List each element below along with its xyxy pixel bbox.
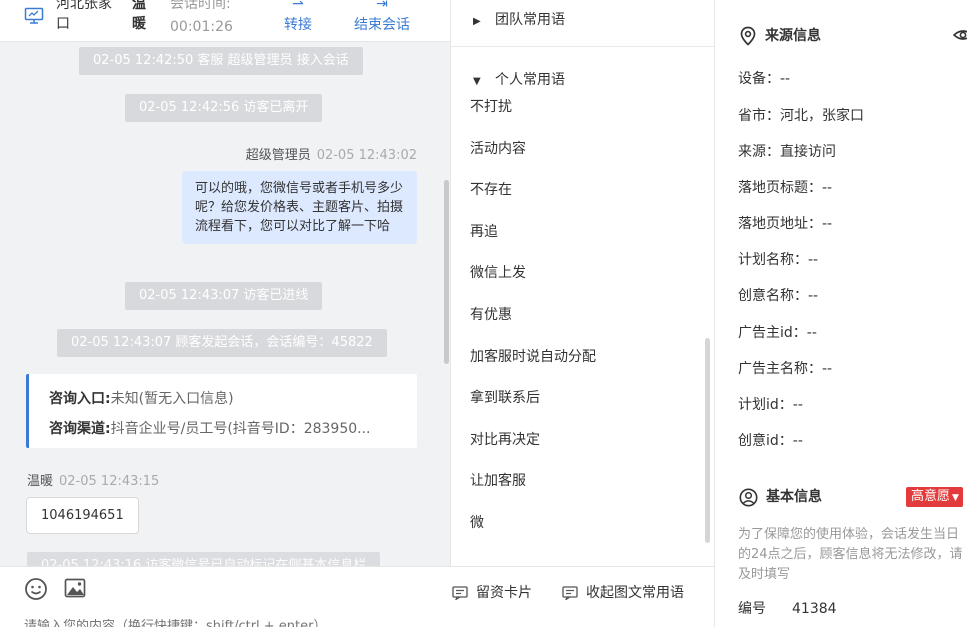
consult-channel-row: 咨询渠道:抖音企业号/员工号(抖音号ID：283950... <box>49 414 409 444</box>
source-field: 创意id：-- <box>738 433 803 449</box>
source-info-title: 来源信息 <box>739 25 821 46</box>
source-field: 计划名称：-- <box>738 252 819 268</box>
emoji-icon[interactable] <box>24 577 48 601</box>
image-icon[interactable] <box>64 577 86 599</box>
agent-message-meta: 超级管理员 02-05 12:43:02 <box>246 144 417 163</box>
visitor-location: 河北张家口 <box>56 0 112 32</box>
source-field: 落地页标题：-- <box>738 180 833 196</box>
message-icon <box>562 586 578 600</box>
personal-phrases-label: 个人常用语 <box>495 72 565 88</box>
caret-right-icon: ▶ <box>473 16 481 27</box>
phrase-item[interactable]: 微信上发 <box>470 262 526 282</box>
edit-notice: 为了保障您的使用体验，会话发生当日的24点之后，顾客信息将无法修改，请及时填写 <box>738 527 963 582</box>
source-field: 落地页地址：-- <box>738 216 833 232</box>
message-input[interactable] <box>24 619 444 627</box>
location-pin-icon <box>740 26 756 46</box>
exit-icon: ⇥ <box>376 0 388 12</box>
system-message: 02-05 12:43:07 顾客发起会话，会话编号：45822 <box>57 329 387 357</box>
phrases-scrollbar[interactable] <box>705 338 710 543</box>
intent-level-value: 高意愿 <box>911 489 951 504</box>
eye-icon[interactable] <box>953 25 967 45</box>
phrase-item[interactable]: 不打扰 <box>470 96 512 116</box>
source-field: 省市：河北，张家口 <box>738 108 864 124</box>
visitor-name: 温暖 <box>132 0 146 32</box>
visitor-message-meta: 温暖 02-05 12:43:15 <box>27 470 159 489</box>
consult-channel-value: 抖音企业号/员工号(抖音号ID：283950... <box>110 421 371 437</box>
source-field: 广告主id：-- <box>738 325 817 341</box>
visitor-number-row: 编号 41384 <box>738 598 837 618</box>
visitor-sender-name: 温暖 <box>27 474 54 489</box>
divider <box>451 46 714 47</box>
source-field: 广告主名称：-- <box>738 361 833 377</box>
consult-entry-label: 咨询入口: <box>49 391 111 407</box>
toggle-phrases-button[interactable]: 收起图文常用语 <box>562 582 684 602</box>
team-phrases-label: 团队常用语 <box>495 12 565 28</box>
session-time-label: 会话时间: <box>170 0 231 12</box>
caret-down-icon: ▼ <box>952 493 959 503</box>
monitor-icon <box>24 7 44 24</box>
system-message: 02-05 12:43:07 访客已进线 <box>125 282 323 310</box>
toggle-phrases-label: 收起图文常用语 <box>586 585 684 601</box>
system-message: 02-05 12:42:56 访客已离开 <box>125 94 323 122</box>
visitor-number-value: 41384 <box>792 601 837 617</box>
agent-message-time: 02-05 12:43:02 <box>316 148 417 163</box>
phrases-panel: ▶ 团队常用语 ▼ 个人常用语 不打扰 活动内容 不存在 再追 微信上发 有优惠 加… <box>450 0 714 566</box>
personal-phrases-group[interactable]: ▼ 个人常用语 <box>473 69 565 89</box>
visitor-info-panel: 来源信息 设备：-- 省市：河北，张家口 来源：直接访问 落地页标题：-- 落地… <box>714 0 967 627</box>
phrase-item[interactable]: 有优惠 <box>470 304 512 324</box>
caret-down-icon: ▼ <box>473 76 481 87</box>
source-field: 创意名称：-- <box>738 288 819 304</box>
chat-header: 河北张家口 温暖 会话时间: 00:01:26 ⇀ 转接 ⇥ 结束会话 <box>0 0 450 42</box>
phrase-item[interactable]: 活动内容 <box>470 138 526 158</box>
phrase-item[interactable]: 微 <box>470 512 484 532</box>
phrase-item[interactable]: 对比再决定 <box>470 429 540 449</box>
consult-entry-value: 未知(暂无入口信息) <box>110 391 234 407</box>
end-session-label: 结束会话 <box>354 17 410 33</box>
source-field: 设备：-- <box>738 71 791 87</box>
consult-channel-label: 咨询渠道: <box>49 421 111 437</box>
agent-message-bubble: 可以的哦，您微信号或者手机号多少呢？给您发价格表、主题客片、拍摄流程看下，您可以… <box>182 171 417 244</box>
source-field: 计划id：-- <box>738 397 803 413</box>
phrase-item[interactable]: 再追 <box>470 221 498 241</box>
basic-info-title: 基本信息 <box>739 486 822 507</box>
chat-scrollbar[interactable] <box>444 180 449 364</box>
phrase-item[interactable]: 拿到联系后 <box>470 387 540 407</box>
phrase-item[interactable]: 不存在 <box>470 179 512 199</box>
phrase-item[interactable]: 加客服时说自动分配 <box>470 346 596 366</box>
end-session-button[interactable]: ⇥ 结束会话 <box>354 0 410 36</box>
agent-name: 超级管理员 <box>245 148 311 163</box>
visitor-message-time: 02-05 12:43:15 <box>59 474 160 489</box>
basic-info-label: 基本信息 <box>766 489 822 505</box>
consult-info-card: 咨询入口:未知(暂无入口信息) 咨询渠道:抖音企业号/员工号(抖音号ID：283… <box>26 374 417 448</box>
system-message: 02-05 12:42:50 客服 超级管理员 接入会话 <box>79 47 363 75</box>
intent-level-dropdown[interactable]: 高意愿 ▼ <box>906 487 963 507</box>
chat-workspace: 河北张家口 温暖 会话时间: 00:01:26 ⇀ 转接 ⇥ 结束会话 02-0… <box>0 0 967 627</box>
lead-card-label: 留资卡片 <box>476 585 532 601</box>
phrase-item[interactable]: 让加客服 <box>470 470 526 490</box>
transfer-icon: ⇀ <box>292 0 304 12</box>
session-duration: 00:01:26 <box>170 19 233 35</box>
source-field: 来源：直接访问 <box>738 144 836 160</box>
team-phrases-group[interactable]: ▶ 团队常用语 <box>473 9 565 29</box>
transfer-button[interactable]: ⇀ 转接 <box>284 0 312 36</box>
visitor-message-bubble: 1046194651 <box>26 497 139 534</box>
user-circle-icon <box>739 488 758 506</box>
lead-card-button[interactable]: 留资卡片 <box>452 582 532 602</box>
transfer-label: 转接 <box>284 17 312 33</box>
visitor-number-label: 编号 <box>738 601 766 617</box>
consult-entry-row: 咨询入口:未知(暂无入口信息) <box>49 384 409 414</box>
composer: 留资卡片 收起图文常用语 <box>0 566 714 627</box>
card-icon <box>452 586 468 600</box>
chat-panel: 河北张家口 温暖 会话时间: 00:01:26 ⇀ 转接 ⇥ 结束会话 02-0… <box>0 0 450 627</box>
source-info-label: 来源信息 <box>765 28 821 44</box>
